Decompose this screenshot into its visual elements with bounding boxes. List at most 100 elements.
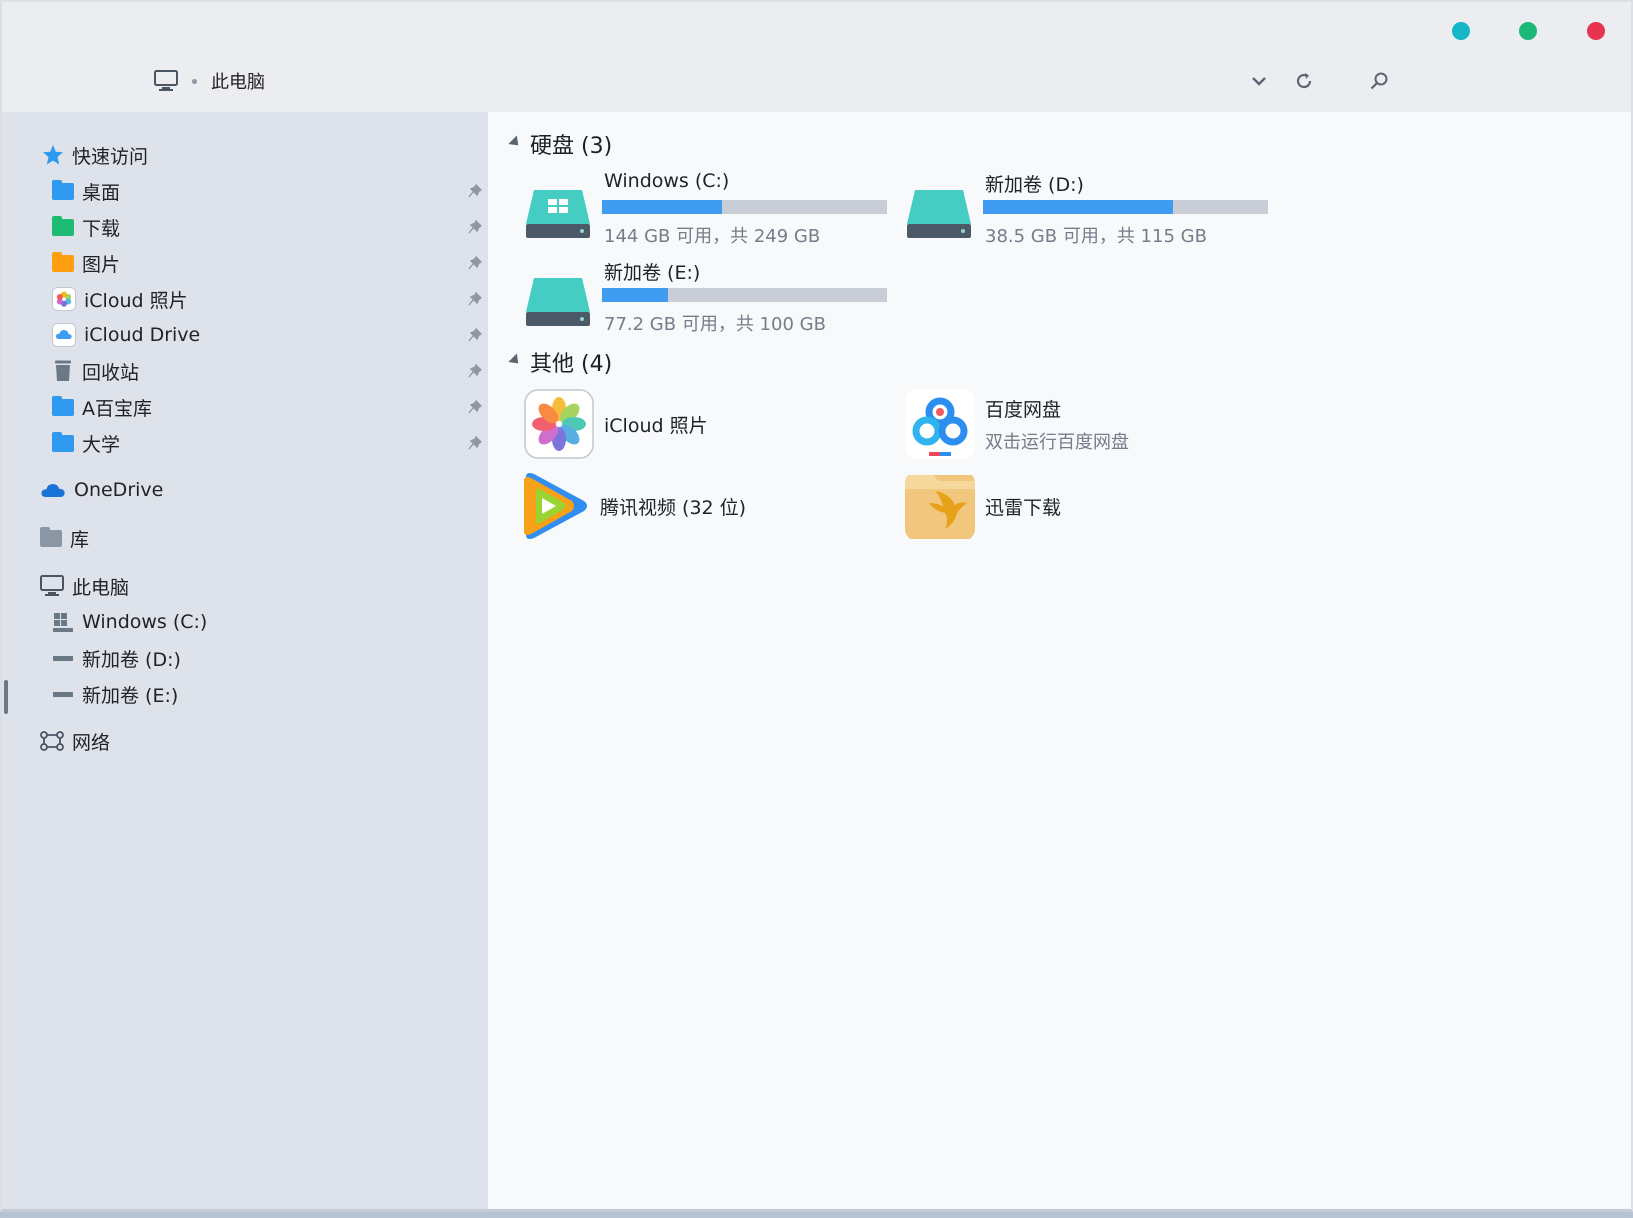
app-name: 百度网盘 xyxy=(985,398,1062,421)
collapse-triangle-icon[interactable] xyxy=(508,135,523,150)
app-name: 腾讯视频 (32 位) xyxy=(600,496,747,519)
breadcrumb-location[interactable]: 此电脑 xyxy=(211,68,265,94)
app-description: 双击运行百度网盘 xyxy=(985,431,1129,453)
drive-usage-bar xyxy=(602,288,887,302)
drive-icon xyxy=(526,278,590,326)
refresh-icon xyxy=(1296,73,1312,89)
onedrive-icon xyxy=(41,484,65,497)
sidebar-item-drive-e[interactable]: 新加卷 (E:) xyxy=(52,679,178,709)
pin-icon[interactable] xyxy=(465,433,485,453)
computer-icon xyxy=(40,575,64,596)
windows-drive-icon xyxy=(526,190,590,238)
sidebar-item-label: Windows (C:) xyxy=(82,611,208,633)
sidebar-item-label: iCloud 照片 xyxy=(84,289,188,312)
chevron-down-icon xyxy=(1252,77,1266,86)
app-item-xunlei-download[interactable]: 迅雷下载 xyxy=(905,470,1061,542)
pin-icon[interactable] xyxy=(465,253,485,273)
drive-name: Windows (C:) xyxy=(604,170,730,192)
sidebar-item-downloads[interactable]: 下载 xyxy=(52,212,120,242)
group-header-other[interactable]: 其他 (4) xyxy=(508,346,612,378)
folder-blue-icon xyxy=(52,431,74,452)
folder-blue-icon xyxy=(52,395,74,416)
sidebar-item-label: iCloud Drive xyxy=(84,324,201,346)
star-icon xyxy=(43,145,63,165)
tencent-video-icon xyxy=(524,473,587,539)
app-name: iCloud 照片 xyxy=(604,414,708,437)
drive-usage-text: 38.5 GB 可用，共 115 GB xyxy=(985,226,1207,247)
sidebar-item-a-baibaoku[interactable]: A百宝库 xyxy=(52,392,152,422)
sidebar-item-this-pc[interactable]: 此电脑 xyxy=(40,571,129,601)
drive-item-d[interactable]: 新加卷 (D:) 38.5 GB 可用，共 115 GB xyxy=(905,170,1275,250)
refresh-button[interactable] xyxy=(1289,66,1319,96)
sidebar-item-quick-access[interactable]: 快速访问 xyxy=(42,140,148,170)
pin-icon[interactable] xyxy=(465,325,485,345)
sidebar-item-label: 库 xyxy=(70,528,90,551)
folder-orange-icon xyxy=(52,251,74,272)
drive-name: 新加卷 (E:) xyxy=(604,262,701,284)
xunlei-folder-icon xyxy=(905,475,975,539)
history-dropdown-button[interactable] xyxy=(1244,66,1274,96)
sidebar-item-label: 大学 xyxy=(82,433,121,456)
active-indicator xyxy=(4,680,8,714)
drive-item-e[interactable]: 新加卷 (E:) 77.2 GB 可用，共 100 GB xyxy=(524,258,894,338)
sidebar-item-library[interactable]: 库 xyxy=(40,523,89,553)
windows-drive-icon xyxy=(53,613,73,632)
app-item-tencent-video[interactable]: 腾讯视频 (32 位) xyxy=(520,470,746,542)
collapse-triangle-icon[interactable] xyxy=(508,353,523,368)
navigation-pane: 快速访问 桌面 下载 图片 iCloud 照片 iCloud Drive 回收站… xyxy=(2,112,488,1209)
pin-icon[interactable] xyxy=(465,397,485,417)
icloud-photos-icon xyxy=(524,389,594,459)
drive-usage-text: 144 GB 可用，共 249 GB xyxy=(604,226,821,247)
app-item-baidu-netdisk[interactable]: 百度网盘 双击运行百度网盘 xyxy=(905,388,1129,460)
pin-icon[interactable] xyxy=(465,217,485,237)
drive-usage-text: 77.2 GB 可用，共 100 GB xyxy=(604,314,826,335)
sidebar-item-label: 桌面 xyxy=(82,181,121,204)
folder-blue-icon xyxy=(52,179,74,200)
sidebar-item-icloud-photos[interactable]: iCloud 照片 xyxy=(52,284,188,314)
sidebar-item-label: 快速访问 xyxy=(72,145,149,168)
group-title: 其他 (4) xyxy=(530,352,613,377)
group-header-drives[interactable]: 硬盘 (3) xyxy=(508,128,612,160)
sidebar-item-icloud-drive[interactable]: iCloud Drive xyxy=(52,320,200,350)
drive-icon xyxy=(907,190,971,238)
breadcrumb[interactable]: 此电脑 xyxy=(154,68,265,94)
drive-item-c[interactable]: Windows (C:) 144 GB 可用，共 249 GB xyxy=(524,170,894,250)
drive-usage-bar xyxy=(983,200,1268,214)
app-name: 迅雷下载 xyxy=(985,496,1062,519)
window-minimize-button[interactable] xyxy=(1452,22,1470,40)
sidebar-item-label: 下载 xyxy=(82,217,121,240)
drive-usage-fill xyxy=(983,200,1173,214)
app-item-icloud-photos[interactable]: iCloud 照片 xyxy=(524,388,708,460)
app-text: 百度网盘 双击运行百度网盘 xyxy=(985,395,1129,454)
icloud-photos-icon xyxy=(52,287,76,311)
sidebar-item-desktop[interactable]: 桌面 xyxy=(52,176,120,206)
app-text: 腾讯视频 (32 位) xyxy=(600,493,746,520)
sidebar-item-network[interactable]: 网络 xyxy=(40,726,110,756)
group-title: 硬盘 (3) xyxy=(530,134,613,159)
drive-usage-fill xyxy=(602,288,668,302)
pin-icon[interactable] xyxy=(465,289,485,309)
app-text: 迅雷下载 xyxy=(985,493,1061,520)
pin-icon[interactable] xyxy=(465,361,485,381)
sidebar-item-pictures[interactable]: 图片 xyxy=(52,248,120,278)
sidebar-item-drive-d[interactable]: 新加卷 (D:) xyxy=(52,643,181,673)
network-icon xyxy=(40,731,64,751)
sidebar-item-drive-c[interactable]: Windows (C:) xyxy=(52,607,207,637)
drive-icon xyxy=(53,692,73,697)
library-icon xyxy=(40,526,62,547)
sidebar-item-university[interactable]: 大学 xyxy=(52,428,120,458)
breadcrumb-separator xyxy=(192,78,197,84)
drive-name: 新加卷 (D:) xyxy=(985,174,1084,196)
title-bar: 此电脑 xyxy=(2,2,1631,112)
window-close-button[interactable] xyxy=(1587,22,1605,40)
window-maximize-button[interactable] xyxy=(1519,22,1537,40)
file-explorer-window: 此电脑 快速访问 桌面 下载 图片 iCloud 照片 iCloud Drive… xyxy=(0,0,1633,1212)
search-button[interactable] xyxy=(1364,66,1394,96)
drive-icon xyxy=(53,656,73,661)
pin-icon[interactable] xyxy=(465,181,485,201)
sidebar-item-onedrive[interactable]: OneDrive xyxy=(40,475,163,505)
computer-icon xyxy=(154,70,178,91)
app-text: iCloud 照片 xyxy=(604,411,708,438)
sidebar-item-recycle-bin[interactable]: 回收站 xyxy=(52,356,139,386)
sidebar-item-label: 图片 xyxy=(82,253,121,276)
